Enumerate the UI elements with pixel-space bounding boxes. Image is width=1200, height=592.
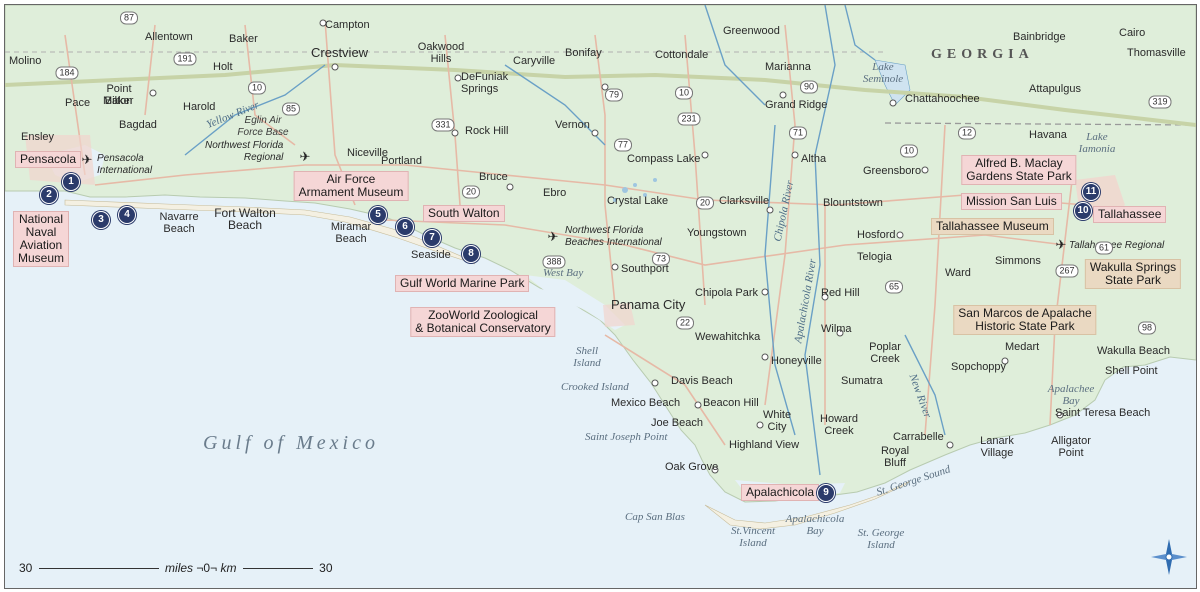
map[interactable]: GEORGIA Gulf of Mexico West Bay Lake Sem… (4, 4, 1197, 589)
map-canvas (5, 5, 1196, 588)
scale-miles-label: miles (165, 561, 194, 575)
scale-right-value: 30 (319, 561, 333, 575)
scale-km-label: km (220, 561, 237, 575)
scale-bar: 30 miles ¬0¬ km 30 (19, 561, 333, 575)
compass-rose-icon (1151, 539, 1187, 575)
scale-left-value: 30 (19, 561, 33, 575)
